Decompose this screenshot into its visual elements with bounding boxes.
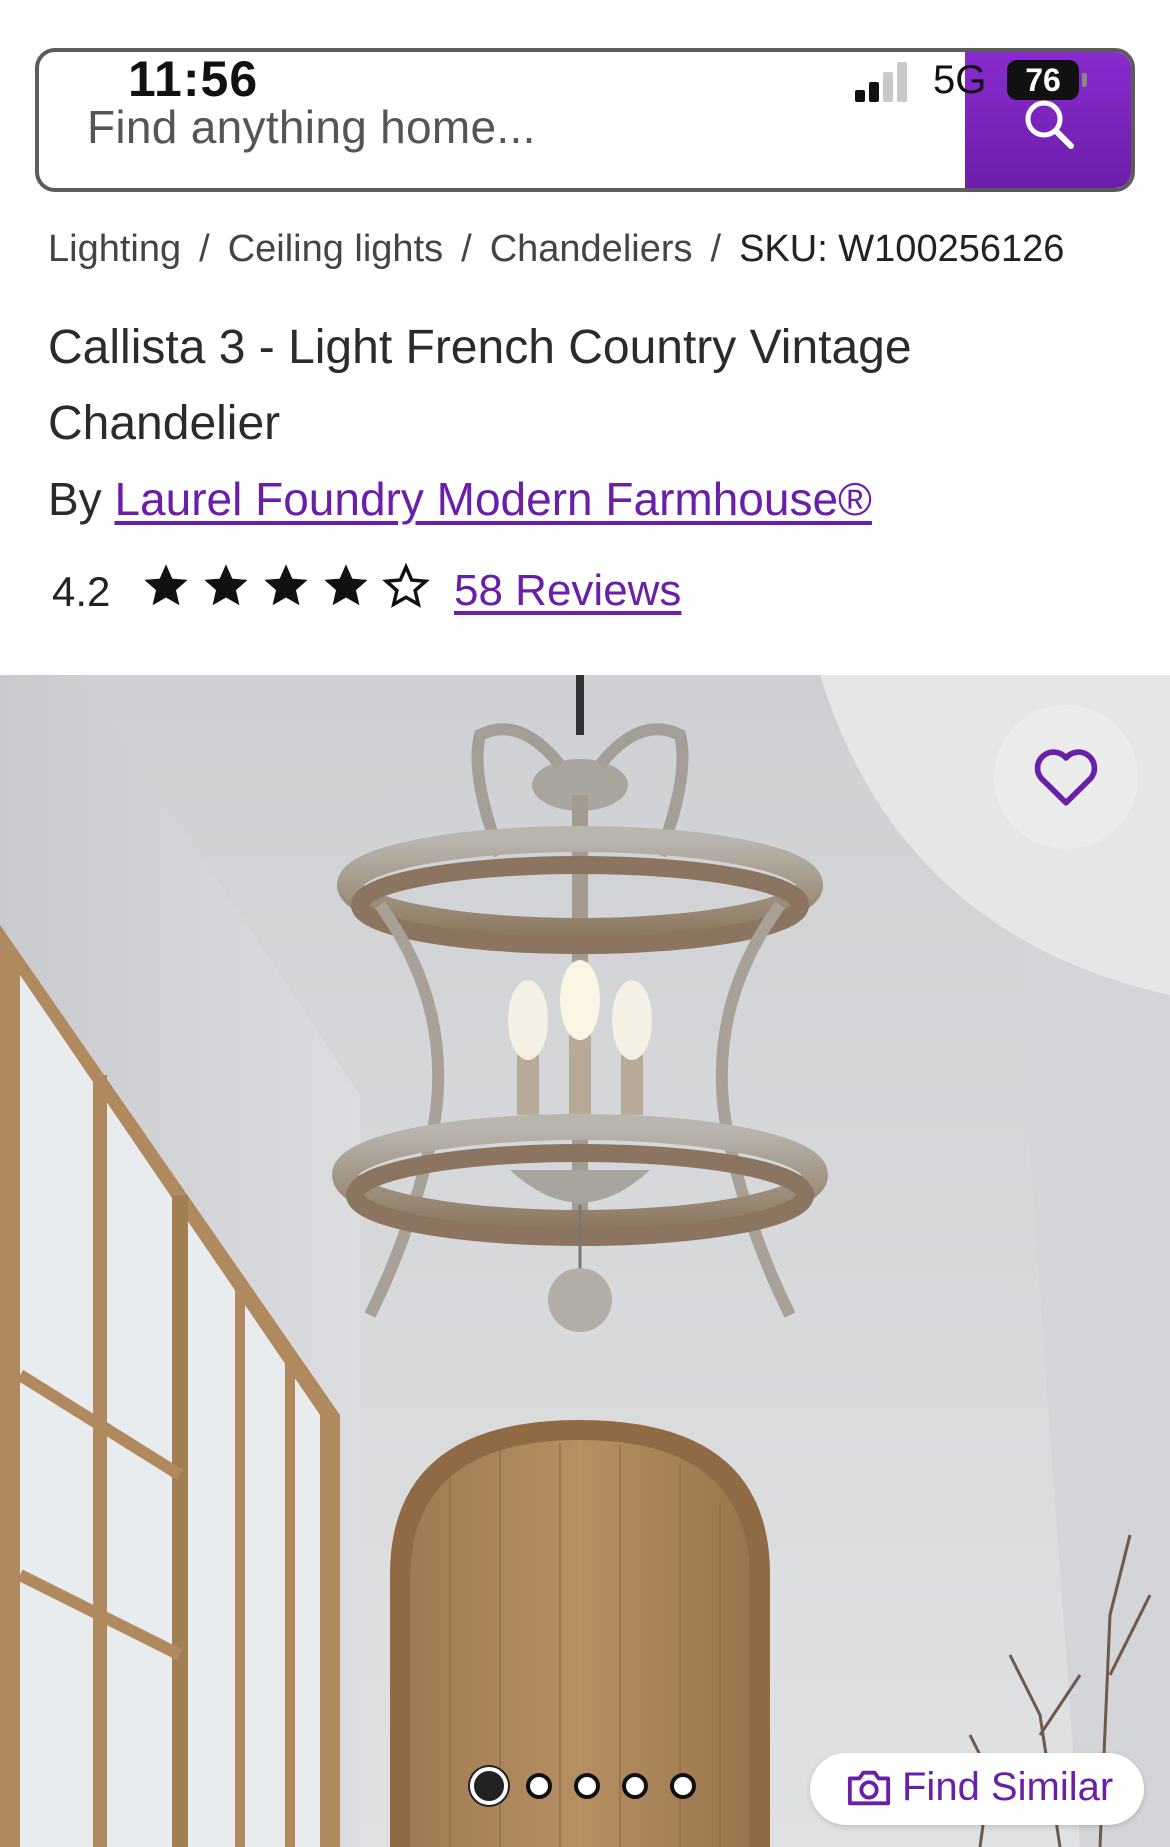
network-label: 5G [933,58,987,102]
brand-byline: By Laurel Foundry Modern Farmhouse® [48,472,872,526]
product-title: Callista 3 - Light French Country Vintag… [48,321,912,450]
battery-icon: 76 [1007,60,1087,100]
star-filled-icon [324,564,368,606]
chandelier-product-image [0,675,1170,1847]
star-filled-icon [204,564,248,606]
by-label: By [48,473,102,525]
product-image-gallery[interactable]: Find Similar [0,675,1170,1847]
breadcrumb-ceiling-lights[interactable]: Ceiling lights [228,228,443,270]
favorite-button[interactable] [994,705,1138,849]
breadcrumb-separator: / [461,228,472,270]
battery-level: 76 [1025,62,1061,98]
find-similar-label: Find Similar [902,1765,1114,1809]
gallery-dot-active[interactable] [470,1767,508,1805]
gallery-dot[interactable] [526,1773,552,1799]
gallery-dot[interactable] [670,1773,696,1799]
breadcrumb-lighting[interactable]: Lighting [48,228,181,270]
signal-icon [855,58,915,102]
heart-outline-icon [1034,749,1098,806]
sku-label: SKU: W100256126 [739,228,1065,270]
search-icon [1025,100,1074,149]
product-page: Find anything home... 11:56 5G 76 Lighti… [0,0,1170,1847]
star-empty-icon [382,562,430,608]
search-input[interactable]: Find anything home... [87,100,536,154]
breadcrumb: Lighting / Ceiling lights / Chandeliers / SKU:… [48,228,1064,271]
brand-link[interactable]: Laurel Foundry Modern Farmhouse® [114,473,871,525]
breadcrumb-separator: / [710,228,722,270]
status-time: 11:56 [128,51,259,107]
find-similar-button[interactable]: Find Similar [810,1753,1144,1825]
breadcrumb-chandeliers[interactable]: Chandeliers [490,228,693,270]
star-filled-icon [144,564,188,606]
gallery-dot[interactable] [622,1773,648,1799]
rating-value: 4.2 [52,568,111,615]
gallery-dot[interactable] [574,1773,600,1799]
reviews-link[interactable]: 58 Reviews [454,566,681,616]
camera-icon [847,1770,891,1806]
breadcrumb-separator: / [199,228,210,270]
star-filled-icon [264,564,308,606]
